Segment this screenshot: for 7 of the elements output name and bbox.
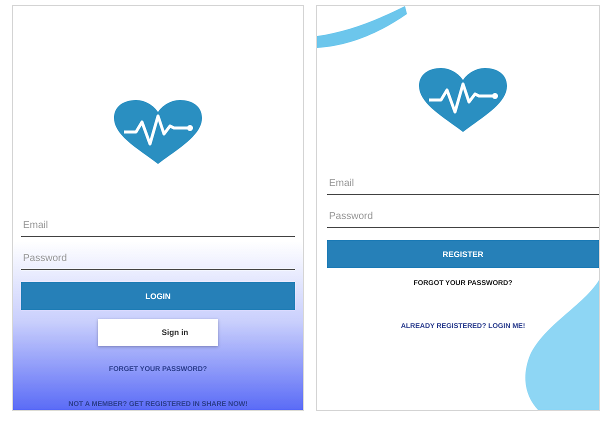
text-field[interactable]: Email — [327, 172, 599, 195]
text-field[interactable]: Password — [327, 205, 599, 228]
text-field[interactable]: Password — [21, 247, 295, 270]
login-button[interactable]: LOGIN — [21, 282, 295, 310]
register-button[interactable]: REGISTER — [327, 240, 599, 268]
sign-in-button[interactable]: Sign in — [98, 319, 218, 346]
text-field[interactable]: Email — [21, 214, 295, 237]
